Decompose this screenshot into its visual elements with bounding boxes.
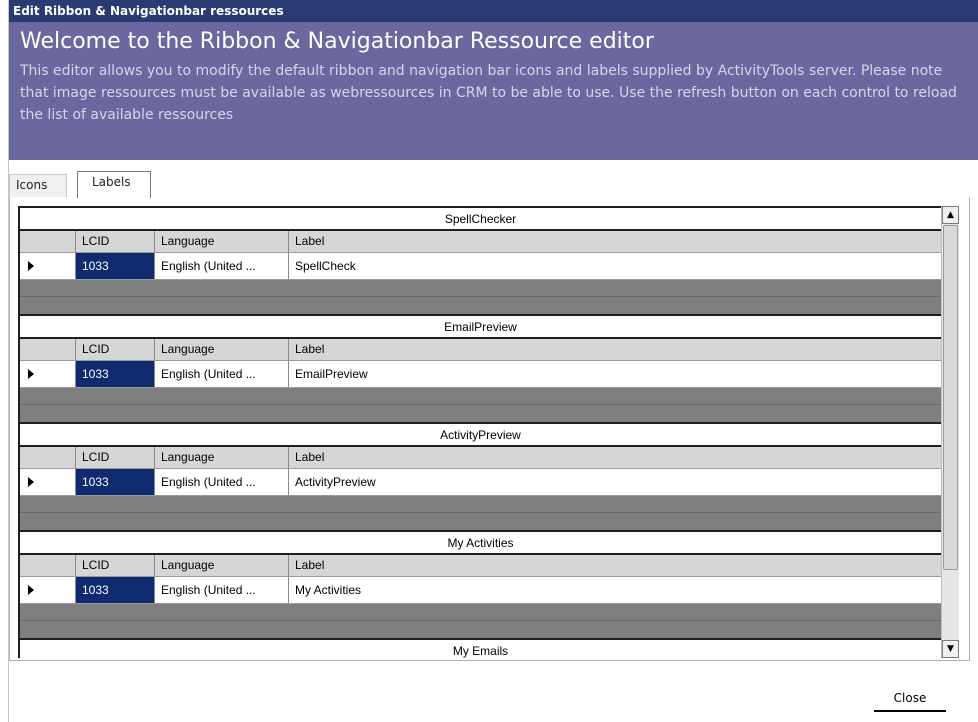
row-selector[interactable] [20,253,76,279]
row-selector-header [20,447,76,468]
scroll-thumb[interactable] [943,225,958,570]
language-cell[interactable]: English (United ... [155,577,289,603]
current-row-arrow-icon [28,261,34,271]
group-spacer [20,604,941,621]
grid-group: My Activities LCID Language Label 1033 E… [20,530,941,638]
table-row[interactable]: 1033 English (United ... EmailPreview [20,361,941,388]
tab-icons[interactable]: Icons [9,174,67,197]
column-header-language[interactable]: Language [155,339,289,360]
column-header-lcid[interactable]: LCID [76,447,155,468]
column-header-label[interactable]: Label [289,339,941,360]
group-spacer [20,280,941,297]
table-row[interactable]: 1033 English (United ... My Activities [20,577,941,604]
row-selector[interactable] [20,469,76,495]
column-header-lcid[interactable]: LCID [76,231,155,252]
label-cell[interactable]: ActivityPreview [289,469,941,495]
column-header-language[interactable]: Language [155,231,289,252]
tab-strip: Icons Labels [9,171,970,198]
scroll-up-button[interactable]: ▲ [942,206,959,224]
lcid-cell[interactable]: 1033 [76,253,155,279]
lcid-cell[interactable]: 1033 [76,577,155,603]
group-header-spellchecker[interactable]: SpellChecker [20,206,941,231]
banner-description: This editor allows you to modify the def… [20,63,957,123]
group-spacer [20,496,941,513]
language-cell[interactable]: English (United ... [155,361,289,387]
vertical-scrollbar[interactable]: ▲ ▼ [941,206,959,658]
welcome-banner: Welcome to the Ribbon & Navigationbar Re… [9,22,978,160]
current-row-arrow-icon [28,369,34,379]
column-header-language[interactable]: Language [155,555,289,576]
column-header-language[interactable]: Language [155,447,289,468]
column-header-label[interactable]: Label [289,555,941,576]
label-cell[interactable]: My Activities [289,577,941,603]
table-row[interactable]: 1033 English (United ... SpellCheck [20,253,941,280]
column-header-row: LCID Language Label [20,555,941,577]
grid-group: EmailPreview LCID Language Label 1033 En… [20,314,941,422]
row-selector-header [20,339,76,360]
label-cell[interactable]: EmailPreview [289,361,941,387]
row-selector-header [20,231,76,252]
column-header-row: LCID Language Label [20,231,941,253]
scroll-down-button[interactable]: ▼ [942,640,959,658]
row-selector-header [20,555,76,576]
group-header-my-activities[interactable]: My Activities [20,530,941,555]
column-header-lcid[interactable]: LCID [76,555,155,576]
row-selector[interactable] [20,577,76,603]
column-header-row: LCID Language Label [20,339,941,361]
language-cell[interactable]: English (United ... [155,469,289,495]
column-header-lcid[interactable]: LCID [76,339,155,360]
lcid-cell[interactable]: 1033 [76,361,155,387]
banner-heading: Welcome to the Ribbon & Navigationbar Re… [20,29,654,54]
grid-group: ActivityPreview LCID Language Label 1033… [20,422,941,530]
labels-tab-panel: SpellChecker LCID Language Label 1033 En… [9,197,970,661]
tab-labels[interactable]: Labels [77,171,151,198]
grid-group: My Emails [20,638,941,658]
language-cell[interactable]: English (United ... [155,253,289,279]
group-header-emailpreview[interactable]: EmailPreview [20,314,941,339]
current-row-arrow-icon [28,585,34,595]
column-header-label[interactable]: Label [289,447,941,468]
lcid-cell[interactable]: 1033 [76,469,155,495]
column-header-row: LCID Language Label [20,447,941,469]
table-row[interactable]: 1033 English (United ... ActivityPreview [20,469,941,496]
close-button[interactable]: Close [874,686,946,712]
triangle-down-icon: ▼ [947,644,954,654]
row-selector[interactable] [20,361,76,387]
grid-group: SpellChecker LCID Language Label 1033 En… [20,206,941,314]
label-cell[interactable]: SpellCheck [289,253,941,279]
triangle-up-icon: ▲ [947,210,954,220]
column-header-label[interactable]: Label [289,231,941,252]
group-spacer [20,388,941,405]
group-header-my-emails[interactable]: My Emails [20,638,941,658]
labels-grid[interactable]: SpellChecker LCID Language Label 1033 En… [18,206,941,658]
window-title: Edit Ribbon & Navigationbar ressources [9,0,978,22]
group-header-activitypreview[interactable]: ActivityPreview [20,422,941,447]
current-row-arrow-icon [28,477,34,487]
